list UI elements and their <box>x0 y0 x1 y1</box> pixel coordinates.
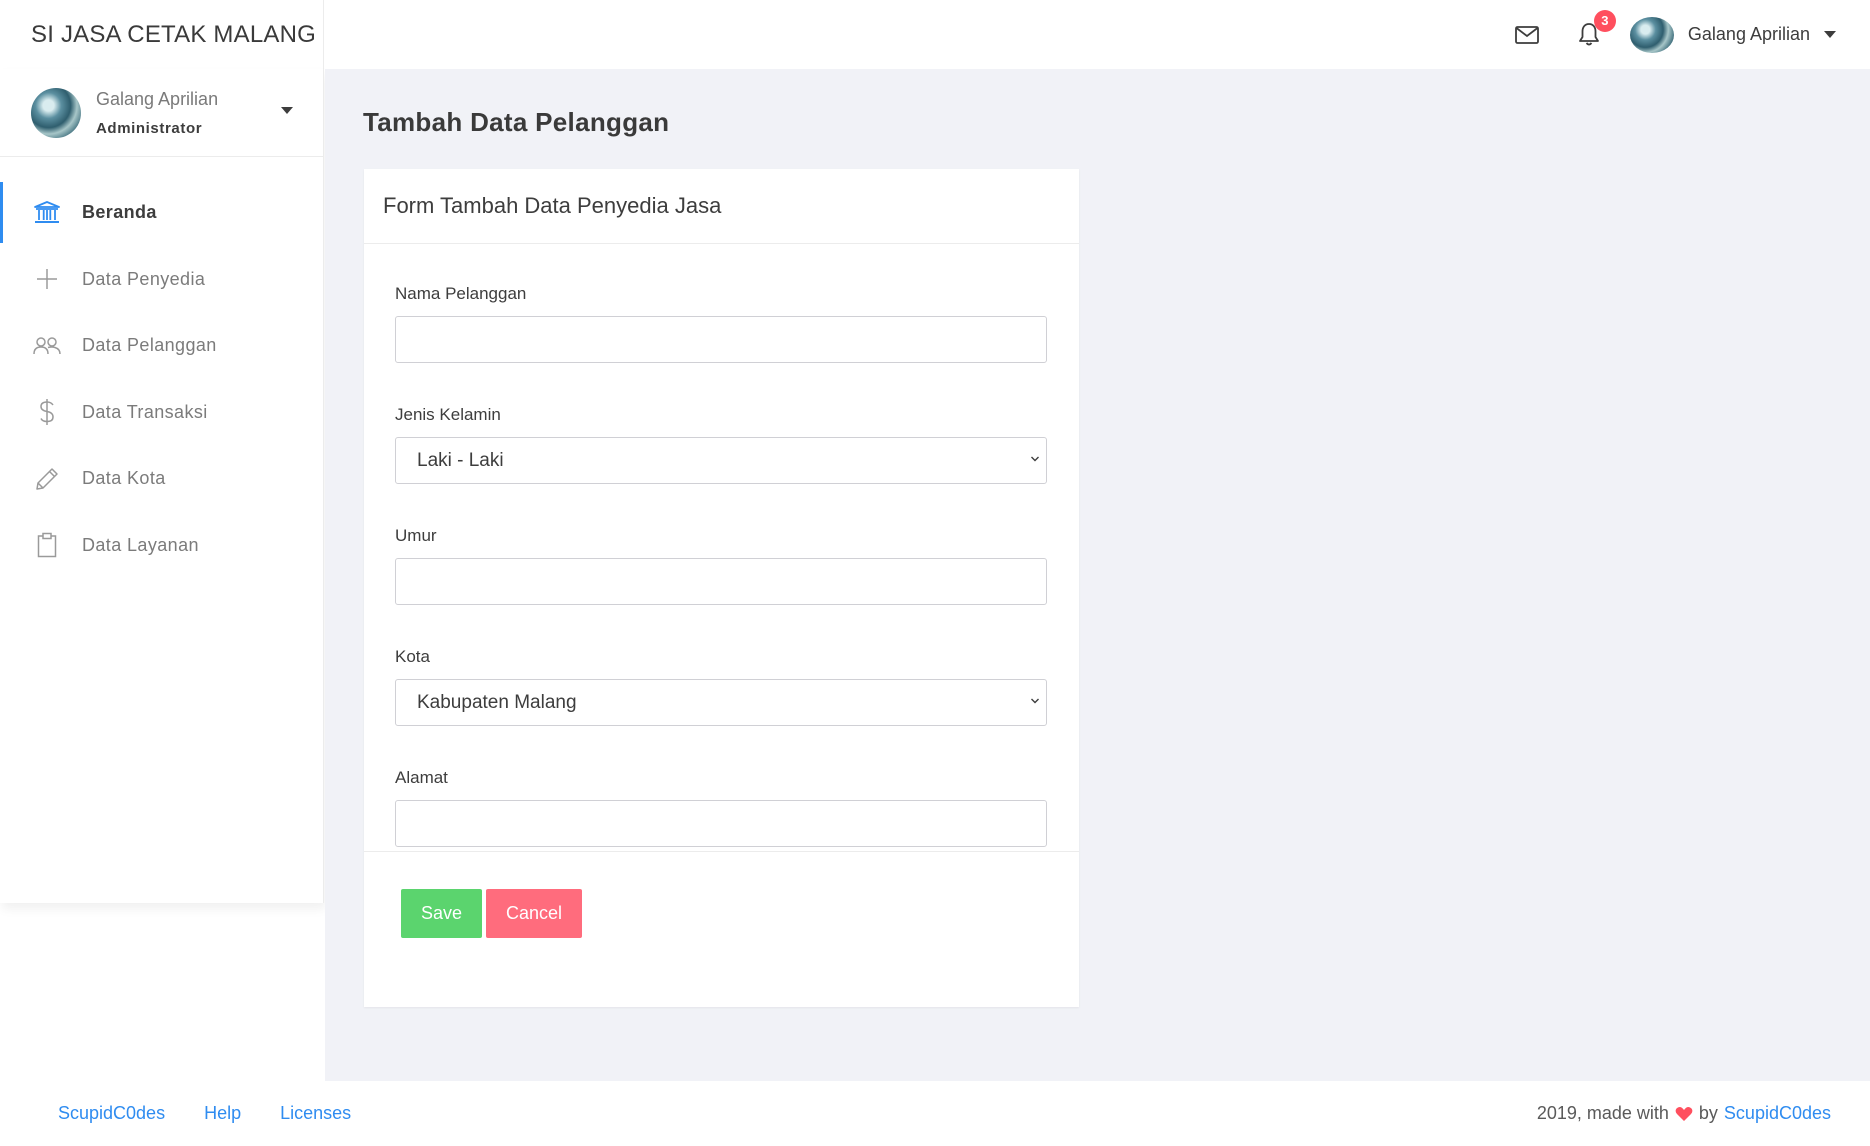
sidebar: Galang Aprilian Administrator Beranda Da… <box>0 69 324 903</box>
form-group-nama: Nama Pelanggan <box>395 284 1048 405</box>
main-content: Tambah Data Pelanggan Form Tambah Data P… <box>325 69 1870 1081</box>
kota-value: Kabupaten Malang <box>417 692 577 713</box>
alamat-label: Alamat <box>395 768 448 787</box>
nama-label: Nama Pelanggan <box>395 284 527 303</box>
heart-icon <box>1675 1106 1693 1121</box>
plus-icon <box>33 265 61 293</box>
footer-link-scupidc0des[interactable]: ScupidC0des <box>58 1103 165 1124</box>
footer-credit: 2019, made with by ScupidC0des <box>1537 1103 1831 1124</box>
sidebar-item-label: Data Penyedia <box>82 268 206 289</box>
bell-icon[interactable]: 3 <box>1574 9 1616 50</box>
topbar-actions: 3 Galang Aprilian <box>1512 0 1870 69</box>
alamat-input[interactable] <box>395 800 1047 847</box>
form-group-umur: Umur <box>395 526 1048 647</box>
form-card: Form Tambah Data Penyedia Jasa Nama Pela… <box>364 169 1079 1007</box>
sidebar-item-label: Data Layanan <box>82 534 199 555</box>
page-title: Tambah Data Pelanggan <box>363 107 670 137</box>
credit-prefix: 2019, made with <box>1536 1103 1669 1123</box>
sidebar-item-label: Data Pelanggan <box>82 335 217 356</box>
form-group-kota: Kota Kabupaten Malang <box>395 647 1048 768</box>
caret-down-icon <box>1824 31 1836 38</box>
form-group-jenis-kelamin: Jenis Kelamin Laki - Laki <box>395 405 1048 526</box>
sidebar-item-label: Beranda <box>82 202 157 222</box>
profile-avatar <box>31 87 81 138</box>
sidebar-item-beranda[interactable]: Beranda <box>0 182 323 243</box>
sidebar-item-data-penyedia[interactable]: Data Penyedia <box>0 249 323 310</box>
topbar-user-name: Galang Aprilian <box>1687 24 1810 44</box>
card-title: Form Tambah Data Penyedia Jasa <box>364 169 1079 244</box>
bank-icon <box>33 199 61 227</box>
clipboard-icon <box>33 531 61 559</box>
footer-link-help[interactable]: Help <box>204 1103 241 1124</box>
top-navbar: SI JASA CETAK MALANG 3 Galang Aprilian <box>0 0 1870 69</box>
users-icon <box>33 332 61 360</box>
kota-label: Kota <box>395 647 430 666</box>
chevron-down-icon <box>1031 456 1039 462</box>
credit-by: by <box>1698 1103 1718 1123</box>
profile-info: Galang Aprilian Administrator <box>96 89 218 137</box>
sidebar-item-data-layanan[interactable]: Data Layanan <box>0 515 323 576</box>
jenis-kelamin-label: Jenis Kelamin <box>395 405 501 424</box>
sidebar-item-data-pelanggan[interactable]: Data Pelanggan <box>0 315 323 376</box>
mail-icon[interactable] <box>1512 20 1542 50</box>
profile-role: Administrator <box>96 119 203 137</box>
cancel-button[interactable]: Cancel <box>486 889 582 938</box>
app-brand[interactable]: SI JASA CETAK MALANG <box>0 0 324 69</box>
jenis-kelamin-select[interactable]: Laki - Laki <box>395 437 1047 484</box>
caret-down-icon[interactable] <box>281 107 293 114</box>
nama-pelanggan-input[interactable] <box>395 316 1047 363</box>
form-body: Nama Pelanggan Jenis Kelamin Laki - Laki… <box>364 244 1079 852</box>
sidebar-item-data-transaksi[interactable]: Data Transaksi <box>0 382 323 443</box>
profile-name: Galang Aprilian <box>96 88 219 109</box>
umur-input[interactable] <box>395 558 1047 605</box>
sidebar-item-label: Data Kota <box>82 468 166 489</box>
kota-select[interactable]: Kabupaten Malang <box>395 679 1047 726</box>
footer-links: ScupidC0des Help Licenses <box>58 1103 390 1124</box>
sidebar-item-data-kota[interactable]: Data Kota <box>0 448 323 509</box>
avatar <box>1629 16 1674 53</box>
save-button[interactable]: Save <box>401 889 482 938</box>
dollar-icon <box>33 398 61 426</box>
form-actions: Save Cancel <box>364 852 1079 938</box>
notification-badge: 3 <box>1593 9 1616 32</box>
pencil-icon <box>33 465 61 493</box>
footer-brand-link[interactable]: ScupidC0des <box>1724 1103 1831 1124</box>
chevron-down-icon <box>1031 698 1039 704</box>
sidebar-profile[interactable]: Galang Aprilian Administrator <box>0 69 323 157</box>
jenis-kelamin-value: Laki - Laki <box>417 450 504 471</box>
umur-label: Umur <box>395 526 437 545</box>
sidebar-nav: Beranda Data Penyedia Data Pelanggan Dat… <box>0 157 323 576</box>
footer: ScupidC0des Help Licenses 2019, made wit… <box>0 1081 1870 1146</box>
sidebar-item-label: Data Transaksi <box>82 401 208 422</box>
footer-link-licenses[interactable]: Licenses <box>280 1103 351 1124</box>
user-menu[interactable]: Galang Aprilian <box>1616 16 1836 53</box>
